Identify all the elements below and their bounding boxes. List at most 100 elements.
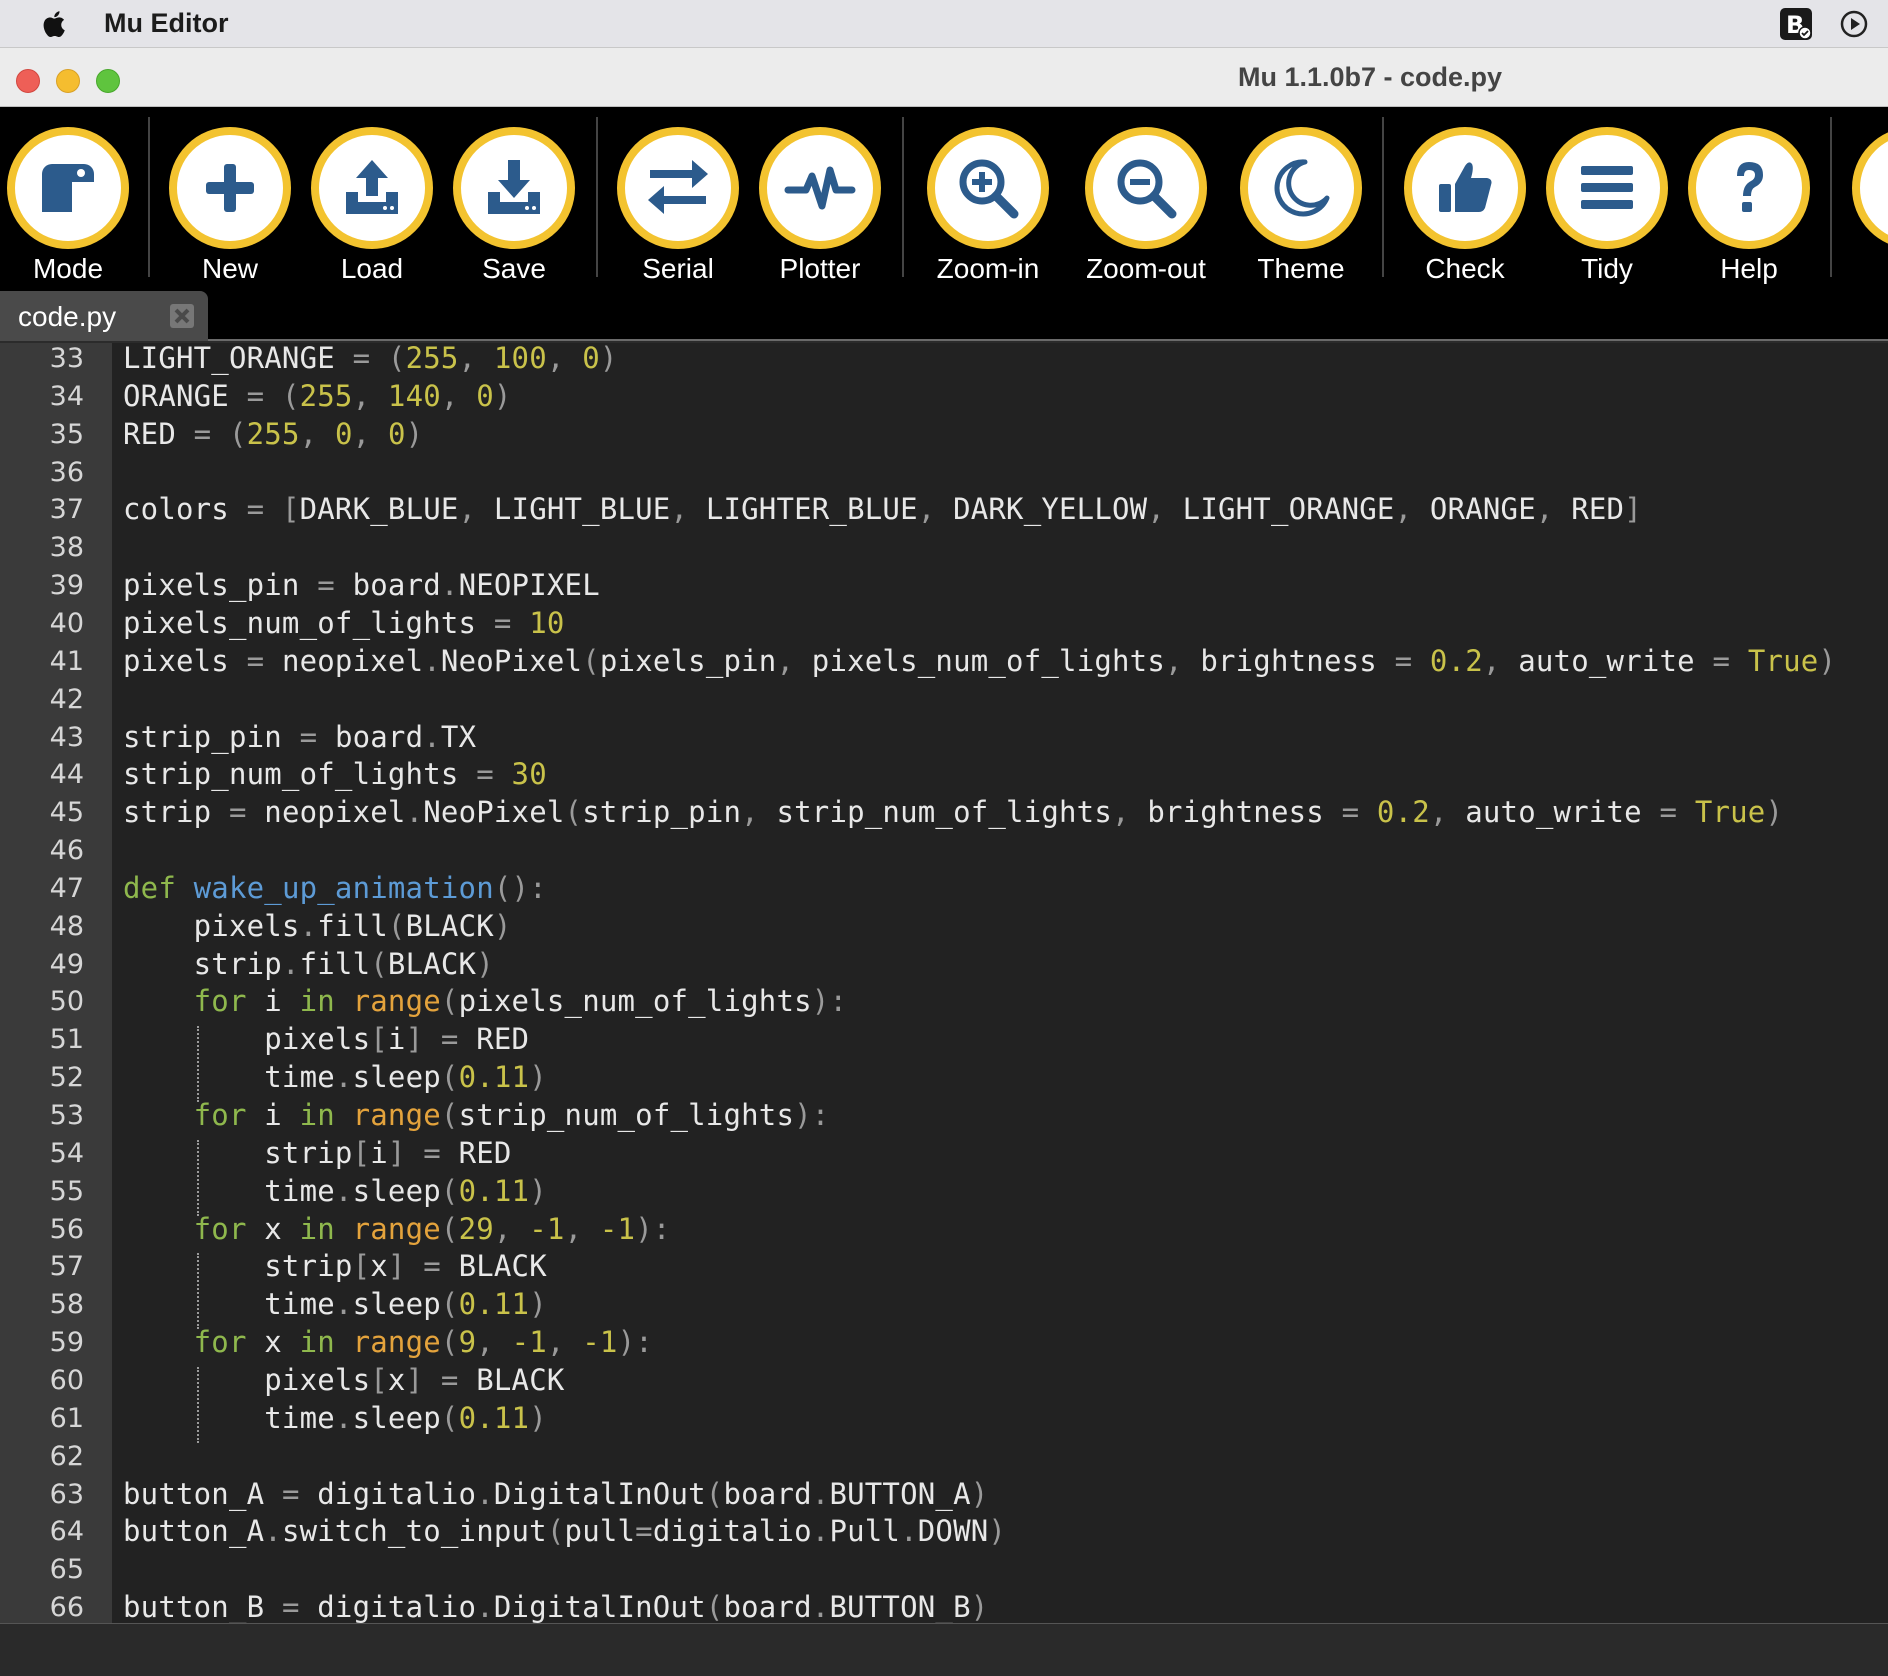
code-token: ) (970, 1590, 989, 1623)
window-close-button[interactable] (16, 69, 40, 93)
code-line[interactable]: pixels[x] = BLACK (123, 1363, 565, 1397)
code-token: x (370, 1249, 388, 1284)
code-token: ( (546, 1514, 565, 1549)
code-line[interactable]: strip[x] = BLACK (123, 1249, 547, 1283)
code-line[interactable]: for i in range(pixels_num_of_lights): (123, 984, 847, 1018)
code-line[interactable]: button_B = digitalio.DigitalInOut(board.… (123, 1590, 988, 1623)
window-minimize-button[interactable] (56, 69, 80, 93)
tidy-button[interactable]: Tidy (1537, 117, 1677, 285)
line-number: 46 (49, 835, 84, 867)
code-token: board (334, 719, 424, 754)
load-button[interactable]: Load (302, 117, 442, 285)
code-line[interactable]: time.sleep(0.11) (123, 1287, 547, 1321)
zoom-in-button[interactable]: Zoom-in (918, 117, 1058, 285)
close-icon[interactable] (168, 302, 196, 330)
serial-button-circle (617, 127, 739, 249)
code-token: range (352, 1325, 441, 1360)
code-token: RED (476, 1022, 530, 1057)
code-line[interactable]: time.sleep(0.11) (123, 1060, 547, 1094)
mode-button[interactable]: Mode (0, 117, 138, 285)
code-line[interactable]: ORANGE = (255, 140, 0) (123, 379, 512, 413)
code-line[interactable]: RED = (255, 0, 0) (123, 417, 423, 451)
tidy-button-circle (1546, 127, 1668, 249)
apple-icon[interactable] (38, 7, 72, 41)
theme-button[interactable]: Theme (1231, 117, 1371, 285)
code-token: TX (440, 719, 477, 754)
code-token: strip_pin (123, 719, 300, 754)
code-token: i (370, 1135, 388, 1170)
code-token: ) (529, 1173, 547, 1208)
code-token: sleep (352, 1060, 441, 1095)
code-line[interactable]: strip.fill(BLACK) (123, 947, 494, 981)
zoom-out-button[interactable]: Zoom-out (1076, 117, 1216, 285)
line-number: 62 (49, 1440, 84, 1472)
code-token: ) (1765, 795, 1784, 830)
code-line[interactable]: for x in range(9, -1, -1): (123, 1325, 653, 1359)
play-circle-icon[interactable] (1836, 6, 1872, 42)
code-line[interactable]: strip[i] = RED (123, 1136, 512, 1170)
code-line[interactable]: pixels = neopixel.NeoPixel(pixels_pin, p… (123, 644, 1836, 678)
code-token: NeoPixel (423, 795, 565, 830)
toolbar-separator (1382, 117, 1384, 277)
code-line[interactable]: time.sleep(0.11) (123, 1401, 547, 1435)
bbedit-icon[interactable]: B (1778, 6, 1814, 42)
code-token: 0 (582, 343, 600, 375)
code-token: pixels_pin (599, 643, 777, 678)
quit-button-partial[interactable] (1840, 117, 1888, 285)
code-token: ) (405, 416, 424, 451)
pulse-icon (784, 166, 856, 210)
code-token: wake_up_animation (193, 870, 494, 905)
code-token: 0 (476, 378, 494, 413)
new-button[interactable]: New (160, 117, 300, 285)
code-line[interactable]: strip_num_of_lights = 30 (123, 757, 547, 791)
code-token: 30 (511, 757, 547, 792)
code-line[interactable]: for i in range(strip_num_of_lights): (123, 1098, 830, 1132)
code-token: = (246, 643, 282, 678)
code-editor[interactable]: 33 34 35 36 37 38 39 40 41 42 43 44 45 46 47 48 49 50 51 52… (0, 343, 1888, 1623)
code-token: time (123, 1060, 335, 1095)
plotter-button[interactable]: Plotter (750, 117, 890, 285)
toolbar-separator (148, 117, 150, 277)
code-line[interactable]: colors = [DARK_BLUE, LIGHT_BLUE, LIGHTER… (123, 492, 1642, 526)
code-token: , (458, 492, 494, 527)
code-token: , (493, 1211, 530, 1246)
serial-button[interactable]: Serial (608, 117, 748, 285)
code-line[interactable]: button_A = digitalio.DigitalInOut(board.… (123, 1477, 988, 1511)
code-token: button_A (123, 1476, 282, 1511)
code-line[interactable]: pixels.fill(BLACK) (123, 909, 512, 943)
code-token: = ( (246, 378, 300, 413)
code-line[interactable]: time.sleep(0.11) (123, 1174, 547, 1208)
code-line[interactable]: strip = neopixel.NeoPixel(strip_pin, str… (123, 795, 1783, 829)
line-number: 39 (49, 570, 84, 602)
save-button[interactable]: Save (444, 117, 584, 285)
code-line[interactable]: LIGHT_ORANGE = (255, 100, 0) (123, 343, 618, 375)
line-number: 52 (49, 1062, 84, 1094)
code-line[interactable]: pixels_pin = board.NEOPIXEL (123, 568, 600, 602)
code-token: 10 (529, 605, 565, 640)
code-line[interactable]: button_A.switch_to_input(pull=digitalio.… (123, 1514, 1006, 1548)
app-name[interactable]: Mu Editor (104, 8, 228, 39)
code-line[interactable]: for x in range(29, -1, -1): (123, 1212, 671, 1246)
code-line[interactable]: pixels[i] = RED (123, 1022, 529, 1056)
code-line[interactable]: pixels_num_of_lights = 10 (123, 606, 565, 640)
help-button[interactable]: Help (1679, 117, 1819, 285)
code-line[interactable]: def wake_up_animation(): (123, 871, 547, 905)
plotter-button-circle (759, 127, 881, 249)
code-token: , (1535, 492, 1572, 527)
code-token: BLACK (458, 1249, 547, 1284)
line-number: 54 (49, 1137, 84, 1169)
code-token: def (123, 870, 194, 905)
window-maximize-button[interactable] (96, 69, 120, 93)
code-token: -1 (511, 1325, 547, 1360)
code-token: 0.11 (458, 1287, 530, 1322)
code-token: . (900, 1514, 918, 1549)
code-token: i (264, 1098, 300, 1132)
code-line[interactable]: strip_pin = board.TX (123, 720, 476, 754)
code-token: pixels_num_of_lights (458, 984, 812, 1019)
code-token: ( (440, 1211, 459, 1246)
code-token: = (281, 1476, 318, 1511)
tab-code-py[interactable]: code.py (0, 291, 208, 341)
check-button[interactable]: Check (1395, 117, 1535, 285)
code-token: , (1429, 795, 1466, 830)
code-token: DARK_BLUE (299, 492, 459, 527)
